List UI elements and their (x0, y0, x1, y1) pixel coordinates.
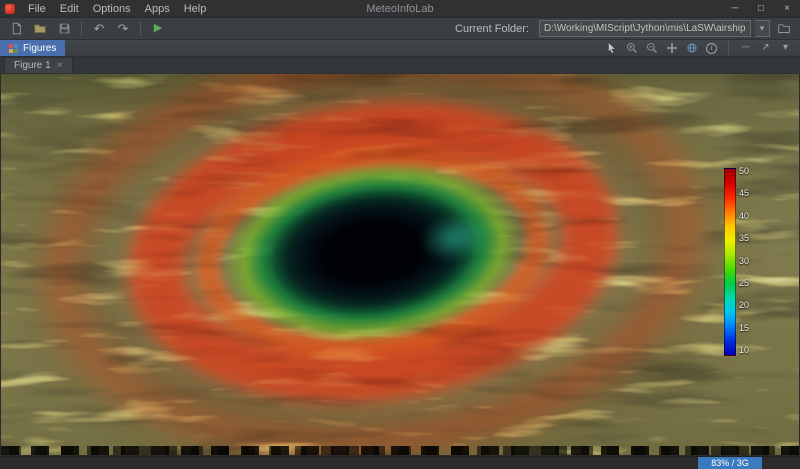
redo-icon: ↷ (118, 22, 129, 35)
tab-figure-1[interactable]: Figure 1 × (4, 57, 73, 73)
menu-help[interactable]: Help (177, 0, 214, 17)
new-file-button[interactable] (6, 20, 26, 38)
menu-edit[interactable]: Edit (53, 0, 86, 17)
colorbar-tick: 10 (739, 346, 749, 355)
pan-icon[interactable] (665, 42, 678, 55)
tools-separator (728, 41, 729, 55)
close-tab-icon[interactable]: × (57, 60, 63, 71)
hurricane-visualization (1, 74, 799, 455)
titlebar: File Edit Options Apps Help MeteoInfoLab… (0, 0, 800, 18)
figures-icon (9, 44, 18, 53)
toolbar-separator (81, 22, 82, 36)
tab-label: Figure 1 (14, 60, 51, 71)
colorbar: 50 45 40 35 30 25 20 15 10 (724, 168, 749, 356)
colorbar-tick: 20 (739, 301, 749, 310)
colorbar-tick: 35 (739, 234, 749, 243)
browse-folder-button[interactable] (774, 20, 794, 38)
maximize-window-icon[interactable]: □ (748, 0, 774, 17)
minimize-window-icon[interactable]: ─ (722, 0, 748, 17)
menu-file[interactable]: File (21, 0, 53, 17)
chevron-down-icon: ▾ (760, 23, 765, 34)
figures-panel-title: Figures (23, 43, 56, 54)
zoom-in-icon[interactable] (625, 42, 638, 55)
statusbar: 83% / 3G (0, 456, 800, 469)
figures-panel-tab[interactable]: Figures (0, 40, 65, 56)
colorbar-tick: 40 (739, 212, 749, 221)
run-icon: ▶ (154, 23, 162, 34)
app-logo-icon (5, 4, 15, 14)
close-window-icon[interactable]: × (774, 0, 800, 17)
menubar: File Edit Options Apps Help (21, 0, 213, 17)
figure-area: 50 45 40 35 30 25 20 15 10 (0, 74, 800, 456)
undo-icon: ↶ (94, 22, 105, 35)
figures-panel-header: Figures i ─ ↗ ▾ (0, 40, 800, 57)
colorbar-gradient (724, 168, 736, 356)
pointer-select-icon[interactable] (605, 42, 618, 55)
colorbar-tick: 50 (739, 167, 749, 176)
identify-info-icon[interactable]: i (705, 42, 718, 55)
bottom-shadow-band (1, 446, 799, 455)
current-folder-input[interactable] (539, 20, 751, 37)
save-icon (58, 22, 71, 35)
toolbar-separator (140, 22, 141, 36)
colorbar-tick: 30 (739, 257, 749, 266)
folder-dropdown-button[interactable]: ▾ (755, 20, 770, 37)
minimize-panel-icon[interactable]: ─ (739, 42, 752, 55)
save-button[interactable] (54, 20, 74, 38)
meteoinfolab-window: File Edit Options Apps Help MeteoInfoLab… (0, 0, 800, 469)
zoom-out-icon[interactable] (645, 42, 658, 55)
window-title: MeteoInfoLab (366, 3, 433, 15)
browse-folder-icon (777, 22, 791, 35)
figure-canvas[interactable]: 50 45 40 35 30 25 20 15 10 (1, 74, 799, 455)
new-file-icon (10, 22, 23, 35)
open-folder-icon (33, 22, 47, 35)
menu-options[interactable]: Options (86, 0, 138, 17)
full-extent-globe-icon[interactable] (685, 42, 698, 55)
panel-menu-icon[interactable]: ▾ (779, 42, 792, 55)
run-script-button[interactable]: ▶ (148, 20, 168, 38)
memory-indicator: 83% / 3G (698, 457, 762, 469)
open-file-button[interactable] (30, 20, 50, 38)
figure-tools: i ─ ↗ ▾ (605, 41, 800, 55)
figure-tab-strip: Figure 1 × (0, 57, 800, 74)
window-controls: ─ □ × (722, 0, 800, 17)
colorbar-tick: 45 (739, 189, 749, 198)
float-panel-icon[interactable]: ↗ (759, 42, 772, 55)
current-folder-label: Current Folder: (455, 23, 535, 35)
colorbar-tick: 25 (739, 279, 749, 288)
menu-apps[interactable]: Apps (138, 0, 177, 17)
colorbar-ticks: 50 45 40 35 30 25 20 15 10 (739, 167, 749, 355)
undo-button[interactable]: ↶ (89, 20, 109, 38)
colorbar-tick: 15 (739, 324, 749, 333)
redo-button[interactable]: ↷ (113, 20, 133, 38)
main-toolbar: ↶ ↷ ▶ Current Folder: ▾ (0, 18, 800, 40)
